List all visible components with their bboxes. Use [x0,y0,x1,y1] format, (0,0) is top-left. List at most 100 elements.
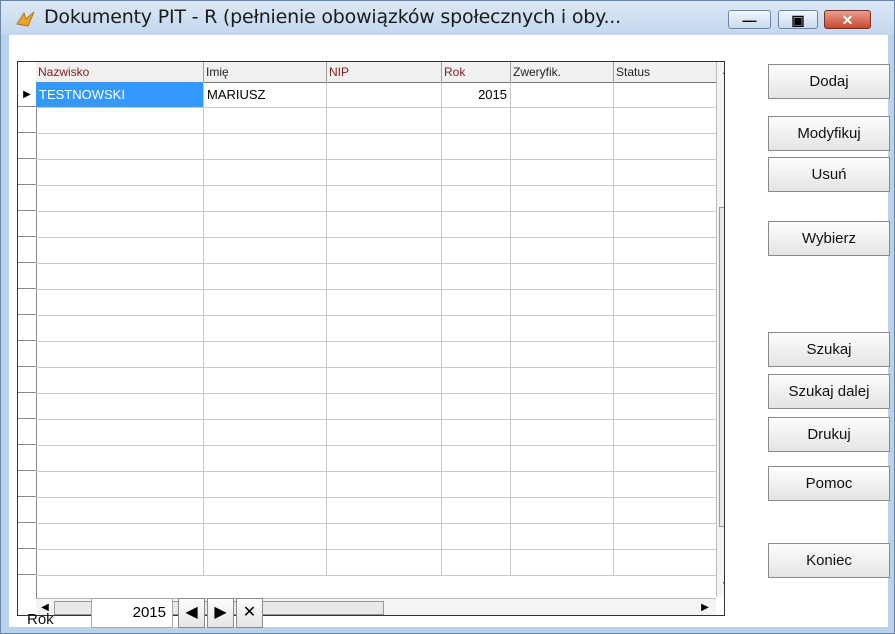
table-cell[interactable] [327,290,442,315]
table-cell[interactable] [204,394,327,419]
table-cell[interactable] [511,420,614,445]
close-button[interactable]: ✕ [824,10,871,29]
table-cell[interactable] [36,472,204,497]
table-cell[interactable] [442,264,511,289]
table-cell[interactable] [327,342,442,367]
scroll-right-icon[interactable]: ▶ [696,599,714,615]
table-cell[interactable] [327,446,442,471]
table-cell[interactable] [614,446,716,471]
table-cell[interactable] [36,342,204,367]
table-cell[interactable] [442,394,511,419]
table-row[interactable] [36,472,716,498]
table-cell[interactable] [327,524,442,549]
data-grid[interactable]: Nazwisko Imię NIP Rok Zweryfik. Status ▶… [17,61,725,616]
table-cell[interactable] [614,160,716,185]
table-cell[interactable] [36,498,204,523]
table-cell[interactable] [204,446,327,471]
table-cell[interactable] [614,212,716,237]
table-cell[interactable] [614,420,716,445]
vertical-scroll-thumb[interactable] [719,207,724,527]
table-cell[interactable] [327,550,442,575]
table-cell[interactable] [36,238,204,263]
table-cell[interactable] [442,108,511,133]
table-cell[interactable] [36,186,204,211]
table-row[interactable] [36,290,716,316]
table-cell[interactable] [511,160,614,185]
table-cell[interactable] [36,134,204,159]
table-cell[interactable] [614,108,716,133]
table-cell[interactable] [442,160,511,185]
table-cell[interactable] [442,368,511,393]
table-cell[interactable] [204,472,327,497]
table-cell[interactable] [511,368,614,393]
table-cell[interactable] [614,264,716,289]
table-cell[interactable] [511,290,614,315]
table-cell[interactable] [36,368,204,393]
column-header-rok[interactable]: Rok [442,62,511,82]
vertical-scrollbar[interactable]: ▲ ▼ [716,62,724,597]
table-cell[interactable] [442,134,511,159]
table-row[interactable] [36,368,716,394]
table-cell[interactable] [36,160,204,185]
table-cell[interactable] [204,316,327,341]
table-row[interactable] [36,264,716,290]
column-header-nazwisko[interactable]: Nazwisko [36,62,204,82]
table-cell[interactable] [204,238,327,263]
table-cell[interactable] [511,186,614,211]
table-cell[interactable] [511,264,614,289]
table-cell[interactable] [614,134,716,159]
table-cell[interactable] [36,394,204,419]
table-cell[interactable] [204,524,327,549]
table-cell[interactable] [511,342,614,367]
table-cell[interactable] [511,134,614,159]
table-cell[interactable] [36,446,204,471]
table-row[interactable] [36,498,716,524]
cell-status[interactable] [614,82,716,107]
table-cell[interactable] [614,186,716,211]
table-cell[interactable] [442,498,511,523]
table-row[interactable] [36,238,716,264]
table-cell[interactable] [614,368,716,393]
table-cell[interactable] [442,238,511,263]
table-cell[interactable] [511,394,614,419]
table-cell[interactable] [204,498,327,523]
usun-button[interactable]: Usuń [768,157,890,192]
table-cell[interactable] [327,264,442,289]
cell-rok[interactable]: 2015 [442,82,511,107]
table-row[interactable] [36,394,716,420]
table-cell[interactable] [327,212,442,237]
table-cell[interactable] [327,134,442,159]
table-cell[interactable] [36,108,204,133]
table-cell[interactable] [442,316,511,341]
table-cell[interactable] [204,108,327,133]
koniec-button[interactable]: Koniec [768,543,890,578]
table-row[interactable] [36,108,716,134]
table-cell[interactable] [511,446,614,471]
table-row[interactable] [36,342,716,368]
wybierz-button[interactable]: Wybierz [768,221,890,256]
table-cell[interactable] [614,238,716,263]
table-row[interactable] [36,134,716,160]
table-cell[interactable] [614,472,716,497]
table-cell[interactable] [204,134,327,159]
table-cell[interactable] [511,550,614,575]
cell-imie[interactable]: MARIUSZ [204,82,327,107]
szukaj-button[interactable]: Szukaj [768,332,890,367]
table-cell[interactable] [204,342,327,367]
table-cell[interactable] [36,264,204,289]
table-cell[interactable] [204,212,327,237]
column-header-status[interactable]: Status [614,62,716,82]
previous-year-button[interactable]: ◀ [178,598,205,628]
table-cell[interactable] [511,238,614,263]
table-cell[interactable] [327,186,442,211]
table-cell[interactable] [614,316,716,341]
table-row[interactable] [36,524,716,550]
cell-nazwisko[interactable]: TESTNOWSKI [36,82,204,107]
table-cell[interactable] [614,498,716,523]
drukuj-button[interactable]: Drukuj [768,417,890,452]
table-cell[interactable] [327,238,442,263]
table-cell[interactable] [614,524,716,549]
table-cell[interactable] [442,420,511,445]
table-cell[interactable] [36,420,204,445]
rok-input[interactable]: 2015 [91,598,173,628]
